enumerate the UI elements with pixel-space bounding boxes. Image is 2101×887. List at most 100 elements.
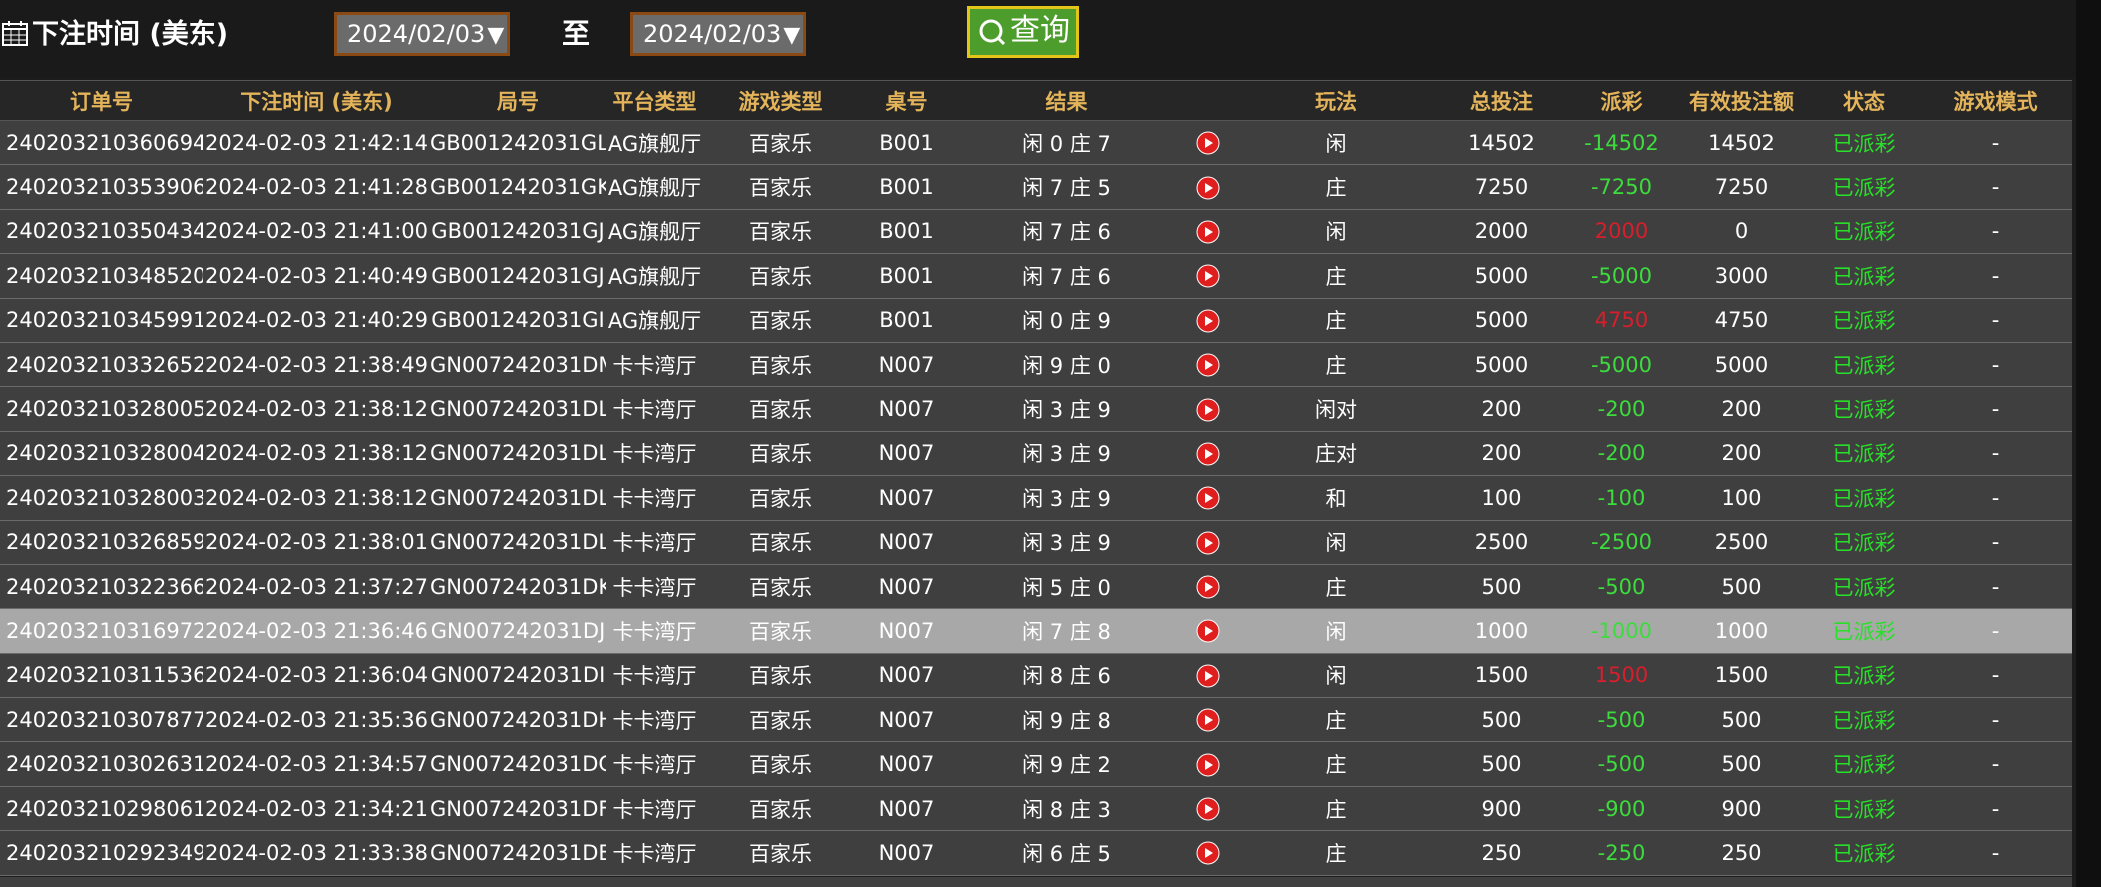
play-video-icon[interactable] [1196,664,1220,688]
video-cell [1178,386,1238,432]
play-video-icon[interactable] [1196,353,1220,377]
valid-bet-cell: 0 [1674,209,1809,255]
platform-cell: AG旗舰厅 [606,209,703,255]
result-cell: 闲 7 庄 8 [955,608,1178,654]
video-cell [1178,786,1238,832]
table-row[interactable]: 240203210302631 2024-02-03 21:34:57 GN0072… [0,741,2072,787]
play-video-icon[interactable] [1196,442,1220,466]
table-row[interactable]: 240203210316972 2024-02-03 21:36:46 GN0072… [0,608,2072,654]
video-cell [1178,741,1238,787]
bet-type-cell: 庄 [1238,786,1434,832]
play-video-icon[interactable] [1196,619,1220,643]
payout-cell: -500 [1569,564,1674,610]
total-bet-cell: 1500 [1434,653,1569,699]
order-id-cell: 240203210302631 [0,741,203,787]
play-video-icon[interactable] [1196,220,1220,244]
result-cell: 闲 9 庄 2 [955,741,1178,787]
bet-time-cell: 2024-02-03 21:41:28 [203,164,430,210]
game-type-cell: 百家乐 [703,298,858,343]
status-cell: 已派彩 [1809,741,1919,787]
play-video-icon[interactable] [1196,575,1220,599]
total-bet-cell: 2500 [1434,520,1569,565]
table-row[interactable]: 240203210292349 2024-02-03 21:33:38 GN0072… [0,830,2072,876]
total-bet-cell: 250 [1434,830,1569,876]
play-video-icon[interactable] [1196,309,1220,333]
column-header: 平台类型 [606,80,703,121]
game-mode-cell: - [1919,298,2072,343]
play-video-icon[interactable] [1196,176,1220,200]
table-row[interactable]: 240203210322366 2024-02-03 21:37:27 GN0072… [0,564,2072,610]
video-cell [1178,653,1238,699]
table-header: 订单号 下注时间 (美东) 局号 平台类型 游戏类型 桌号 结果 玩法 总投注 派彩 有效投注额 状态… [0,80,2072,121]
valid-bet-cell: 500 [1674,564,1809,610]
column-header: 订单号 [0,80,203,121]
status-cell: 已派彩 [1809,608,1919,654]
total-bet-cell: 5000 [1434,253,1569,299]
result-cell: 闲 9 庄 0 [955,342,1178,388]
bet-time-cell: 2024-02-03 21:40:49 [203,253,430,299]
bet-time-cell: 2024-02-03 21:42:14 [203,120,430,166]
table-row[interactable]: 240203210348520 2024-02-03 21:40:49 GB0012… [0,253,2072,299]
play-video-icon[interactable] [1196,264,1220,288]
table-row[interactable]: 240203210332652 2024-02-03 21:38:49 GN0072… [0,342,2072,388]
total-bet-cell: 100 [1434,475,1569,521]
status-cell: 已派彩 [1809,653,1919,699]
table-row[interactable]: 240203210311536 2024-02-03 21:36:04 GN0072… [0,653,2072,699]
video-cell [1178,697,1238,743]
table-row[interactable]: 240203210307877 2024-02-03 21:35:36 GN0072… [0,697,2072,743]
table-id-cell: B001 [858,209,955,255]
play-video-icon[interactable] [1196,486,1220,510]
game-mode-cell: - [1919,209,2072,255]
game-type-cell: 百家乐 [703,608,858,654]
valid-bet-cell: 900 [1674,786,1809,832]
order-id-cell: 240203210348520 [0,253,203,299]
result-cell: 闲 0 庄 9 [955,298,1178,343]
payout-cell: -200 [1569,431,1674,477]
table-row[interactable]: 240203210326859 2024-02-03 21:38:01 GN0072… [0,520,2072,565]
game-mode-cell: - [1919,830,2072,876]
payout-cell: -500 [1569,741,1674,787]
table-row[interactable]: 240203210298061 2024-02-03 21:34:21 GN0072… [0,786,2072,832]
game-mode-cell: - [1919,342,2072,388]
platform-cell: AG旗舰厅 [606,164,703,210]
table-row[interactable]: 240203210328005 2024-02-03 21:38:12 GN0072… [0,386,2072,432]
play-video-icon[interactable] [1196,708,1220,732]
platform-cell: 卡卡湾厅 [606,431,703,477]
table-body: 240203210360694 2024-02-03 21:42:14 GB0012… [0,120,2072,876]
platform-cell: 卡卡湾厅 [606,342,703,388]
table-row[interactable]: 240203210345991 2024-02-03 21:40:29 GB0012… [0,298,2072,343]
date-from-select[interactable]: 2024/02/03▼ [334,12,510,56]
platform-cell: 卡卡湾厅 [606,564,703,610]
play-video-icon[interactable] [1196,797,1220,821]
video-cell [1178,120,1238,166]
table-row[interactable]: 240203210360694 2024-02-03 21:42:14 GB0012… [0,120,2072,166]
round-id-cell: GB001242031GJ [430,209,606,255]
play-video-icon[interactable] [1196,841,1220,865]
game-mode-cell: - [1919,164,2072,210]
round-id-cell: GN007242031DI [430,653,606,699]
calendar-icon[interactable] [2,20,28,46]
bet-history-page: 下注时间 (美东) 2024/02/03▼ 至 2024/02/03▼ 查询 订… [0,0,2101,887]
query-button[interactable]: 查询 [967,6,1079,58]
video-cell [1178,830,1238,876]
bet-type-cell: 庄 [1238,253,1434,299]
table-row[interactable]: 240203210328003 2024-02-03 21:38:12 GN0072… [0,475,2072,521]
order-id-cell: 240203210350434 [0,209,203,255]
table-row[interactable]: 240203210353906 2024-02-03 21:41:28 GB0012… [0,164,2072,210]
bet-type-cell: 闲 [1238,520,1434,565]
round-id-cell: GN007242031DM [430,342,606,388]
play-video-icon[interactable] [1196,531,1220,555]
valid-bet-cell: 4750 [1674,298,1809,343]
scrollbar-track[interactable] [2076,0,2101,887]
play-video-icon[interactable] [1196,753,1220,777]
valid-bet-cell: 2500 [1674,520,1809,565]
status-cell: 已派彩 [1809,209,1919,255]
table-row[interactable]: 240203210350434 2024-02-03 21:41:00 GB0012… [0,209,2072,255]
table-row[interactable]: 240203210328004 2024-02-03 21:38:12 GN0072… [0,431,2072,477]
column-header: 状态 [1809,80,1919,121]
play-video-icon[interactable] [1196,131,1220,155]
date-to-select[interactable]: 2024/02/03▼ [630,12,806,56]
play-video-icon[interactable] [1196,398,1220,422]
game-type-cell: 百家乐 [703,830,858,876]
video-cell [1178,298,1238,343]
